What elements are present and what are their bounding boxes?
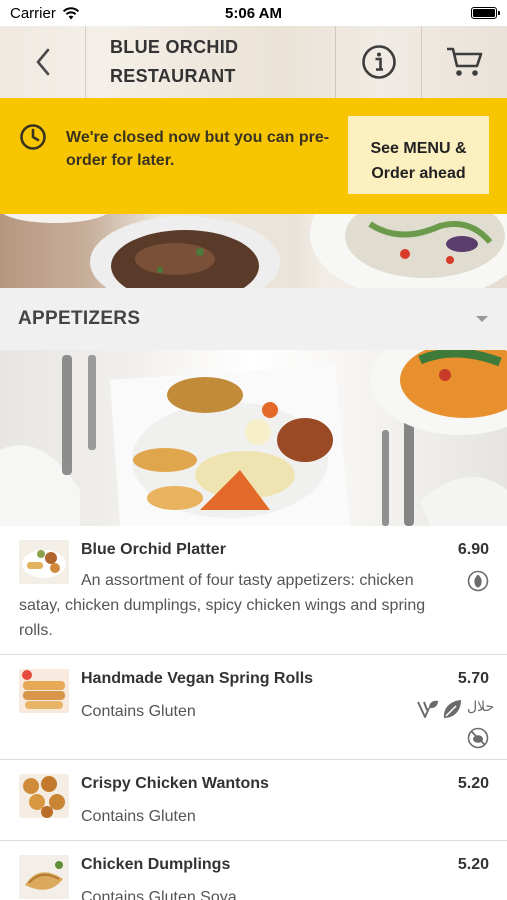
restaurant-title: BLUE ORCHID RESTAURANT xyxy=(86,26,336,98)
cart-icon xyxy=(446,47,482,76)
caret-down-icon xyxy=(476,316,488,322)
menu-item[interactable]: Chicken Dumplings 5.20 Contains Gluten,S… xyxy=(0,841,507,900)
no-pork-icon xyxy=(467,727,489,749)
status-bar: Carrier 5:06 AM xyxy=(0,0,507,26)
chevron-left-icon xyxy=(36,48,49,76)
item-description: Contains Gluten xyxy=(81,703,196,720)
status-left: Carrier xyxy=(10,5,80,22)
menu-list: Blue Orchid Platter 6.90 An assortment o… xyxy=(0,526,507,900)
battery-icon xyxy=(471,7,500,19)
item-price: 5.20 xyxy=(457,775,489,792)
item-name: Blue Orchid Platter xyxy=(81,541,226,558)
menu-item[interactable]: Blue Orchid Platter 6.90 An assortment o… xyxy=(0,526,507,655)
item-description: Contains Gluten,Soya xyxy=(81,889,237,900)
wifi-icon xyxy=(62,6,79,19)
menu-item[interactable]: Crispy Chicken Wantons 5.20 Contains Glu… xyxy=(0,760,507,841)
item-name: Crispy Chicken Wantons xyxy=(81,775,269,792)
info-icon xyxy=(361,45,396,79)
title-line-2: RESTAURANT xyxy=(110,66,236,86)
item-thumbnail xyxy=(19,669,69,713)
see-menu-order-ahead-button[interactable]: See MENU & Order ahead xyxy=(348,116,489,194)
back-button[interactable] xyxy=(0,26,86,98)
section-title: APPETIZERS xyxy=(18,308,141,329)
button-line-1: See MENU & xyxy=(370,140,467,157)
carrier-label: Carrier xyxy=(10,4,56,22)
app-header: BLUE ORCHID RESTAURANT xyxy=(0,26,507,98)
contains-nuts-icon xyxy=(467,570,489,592)
item-price: 5.20 xyxy=(457,856,489,873)
item-thumbnail xyxy=(19,855,69,899)
item-name: Chicken Dumplings xyxy=(81,856,231,873)
item-price: 5.70 xyxy=(457,670,489,687)
item-description: Contains Gluten xyxy=(81,808,196,825)
item-thumbnail xyxy=(19,774,69,818)
restaurant-food-image xyxy=(0,214,507,288)
vegan-icon xyxy=(417,700,438,718)
item-description: An assortment of four tasty appetizers: … xyxy=(19,572,426,639)
appetizers-section-header[interactable]: APPETIZERS xyxy=(0,288,507,350)
cart-button[interactable] xyxy=(422,26,507,98)
item-price: 6.90 xyxy=(457,541,489,558)
item-name: Handmade Vegan Spring Rolls xyxy=(81,670,314,687)
vegetarian-leaf-icon xyxy=(443,700,461,718)
menu-item[interactable]: Handmade Vegan Spring Rolls 5.70 Contain… xyxy=(0,655,507,760)
appetizers-hero-image xyxy=(0,350,507,526)
halal-icon: حلال xyxy=(467,699,495,715)
button-line-2: Order ahead xyxy=(371,165,466,182)
closed-message: We're closed now but you can pre-order f… xyxy=(66,129,330,169)
info-button[interactable] xyxy=(336,26,422,98)
clock-icon xyxy=(19,123,47,156)
title-line-1: BLUE ORCHID xyxy=(110,37,239,57)
closed-banner: We're closed now but you can pre-order f… xyxy=(0,98,507,214)
